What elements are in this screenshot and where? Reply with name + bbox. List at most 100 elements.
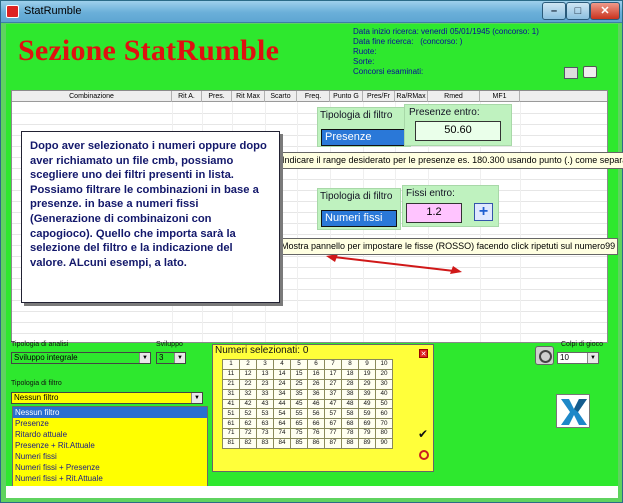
number-cell[interactable]: 1 <box>222 359 240 370</box>
stop-icon[interactable] <box>419 450 429 460</box>
number-cell[interactable]: 60 <box>375 408 393 420</box>
presenze-entry-input[interactable]: 50.60 <box>415 121 501 141</box>
number-cell[interactable]: 90 <box>375 438 393 450</box>
number-cell[interactable]: 20 <box>375 368 393 380</box>
check-icon[interactable]: ✔ <box>418 427 428 441</box>
number-cell[interactable]: 56 <box>307 408 325 420</box>
number-cell[interactable]: 27 <box>324 378 342 390</box>
filter-type-select[interactable]: Presenze <box>321 129 405 146</box>
number-cell[interactable]: 57 <box>324 408 342 420</box>
number-cell[interactable]: 71 <box>222 428 240 440</box>
number-cell[interactable]: 14 <box>273 368 291 380</box>
number-cell[interactable]: 52 <box>239 408 257 420</box>
number-cell[interactable]: 13 <box>256 368 274 380</box>
grid-column-header[interactable]: Rit A. <box>172 91 202 102</box>
number-cell[interactable]: 5 <box>290 359 308 370</box>
number-cell[interactable]: 21 <box>222 378 240 390</box>
analisi-select[interactable]: Sviluppo integrale ▼ <box>11 352 151 364</box>
number-cell[interactable]: 85 <box>290 438 308 450</box>
number-cell[interactable]: 9 <box>358 359 376 370</box>
grid-column-header[interactable]: Punto G <box>330 91 363 102</box>
number-cell[interactable]: 75 <box>290 428 308 440</box>
number-cell[interactable]: 76 <box>307 428 325 440</box>
zoom-icon[interactable] <box>535 346 554 365</box>
grid-column-header[interactable]: Rmed <box>428 91 480 102</box>
number-cell[interactable]: 66 <box>307 418 325 430</box>
number-cell[interactable]: 73 <box>256 428 274 440</box>
number-cell[interactable]: 51 <box>222 408 240 420</box>
number-cell[interactable]: 35 <box>290 388 308 400</box>
dropdown-option[interactable]: Presenze <box>13 418 207 429</box>
number-cell[interactable]: 59 <box>358 408 376 420</box>
number-cell[interactable]: 55 <box>290 408 308 420</box>
filter-type-select[interactable]: Numeri fissi <box>321 210 397 227</box>
dropdown-option[interactable]: Numeri fissi + Rit.Attuale <box>13 473 207 484</box>
sviluppo-select[interactable]: 3 ▼ <box>156 352 186 364</box>
number-cell[interactable]: 33 <box>256 388 274 400</box>
number-cell[interactable]: 70 <box>375 418 393 430</box>
number-cell[interactable]: 46 <box>307 398 325 410</box>
grid-column-header[interactable]: Scarto <box>265 91 297 102</box>
grid-column-header[interactable]: Freq. <box>297 91 330 102</box>
number-cell[interactable]: 67 <box>324 418 342 430</box>
number-cell[interactable]: 87 <box>324 438 342 450</box>
number-cell[interactable]: 86 <box>307 438 325 450</box>
grid-column-header[interactable]: Rit Max <box>232 91 265 102</box>
number-cell[interactable]: 26 <box>307 378 325 390</box>
fissi-entry-input[interactable]: 1.2 <box>406 203 462 223</box>
number-cell[interactable]: 44 <box>273 398 291 410</box>
number-cell[interactable]: 89 <box>358 438 376 450</box>
number-cell[interactable]: 83 <box>256 438 274 450</box>
number-cell[interactable]: 63 <box>256 418 274 430</box>
number-cell[interactable]: 78 <box>341 428 359 440</box>
number-cell[interactable]: 64 <box>273 418 291 430</box>
number-cell[interactable]: 61 <box>222 418 240 430</box>
number-cell[interactable]: 65 <box>290 418 308 430</box>
colpi-select[interactable]: 10 ▼ <box>557 352 599 364</box>
number-cell[interactable]: 7 <box>324 359 342 370</box>
close-icon[interactable]: ✕ <box>419 349 428 358</box>
number-cell[interactable]: 36 <box>307 388 325 400</box>
number-cell[interactable]: 31 <box>222 388 240 400</box>
dropdown-option[interactable]: Numeri fissi + Presenze <box>13 462 207 473</box>
number-cell[interactable]: 6 <box>307 359 325 370</box>
grid-column-header[interactable]: Combinazione <box>12 91 172 102</box>
number-cell[interactable]: 2 <box>239 359 257 370</box>
x-logo-icon[interactable] <box>556 394 590 428</box>
number-cell[interactable]: 29 <box>358 378 376 390</box>
number-cell[interactable]: 41 <box>222 398 240 410</box>
number-cell[interactable]: 40 <box>375 388 393 400</box>
minimize-button[interactable]: – <box>542 2 566 20</box>
dropdown-option[interactable]: Presenze + Rit.Attuale <box>13 440 207 451</box>
number-cell[interactable]: 62 <box>239 418 257 430</box>
dropdown-option[interactable]: Nessun filtro <box>13 407 207 418</box>
number-cell[interactable]: 25 <box>290 378 308 390</box>
number-cell[interactable]: 43 <box>256 398 274 410</box>
number-cell[interactable]: 54 <box>273 408 291 420</box>
number-cell[interactable]: 8 <box>341 359 359 370</box>
number-cell[interactable]: 3 <box>256 359 274 370</box>
number-cell[interactable]: 10 <box>375 359 393 370</box>
number-cell[interactable]: 45 <box>290 398 308 410</box>
number-cell[interactable]: 4 <box>273 359 291 370</box>
number-cell[interactable]: 18 <box>341 368 359 380</box>
number-cell[interactable]: 77 <box>324 428 342 440</box>
number-cell[interactable]: 81 <box>222 438 240 450</box>
number-cell[interactable]: 34 <box>273 388 291 400</box>
print-icon[interactable] <box>583 66 597 78</box>
dropdown-option[interactable]: Ritardo attuale <box>13 429 207 440</box>
dropdown-option[interactable]: Numeri fissi <box>13 451 207 462</box>
number-cell[interactable]: 79 <box>358 428 376 440</box>
number-cell[interactable]: 80 <box>375 428 393 440</box>
number-cell[interactable]: 88 <box>341 438 359 450</box>
number-cell[interactable]: 47 <box>324 398 342 410</box>
number-cell[interactable]: 58 <box>341 408 359 420</box>
close-button[interactable]: ✕ <box>590 2 620 20</box>
number-cell[interactable]: 32 <box>239 388 257 400</box>
add-fissi-button[interactable]: + <box>474 203 493 221</box>
number-cell[interactable]: 84 <box>273 438 291 450</box>
maximize-button[interactable]: □ <box>566 2 590 20</box>
number-cell[interactable]: 17 <box>324 368 342 380</box>
number-cell[interactable]: 72 <box>239 428 257 440</box>
number-cell[interactable]: 23 <box>256 378 274 390</box>
